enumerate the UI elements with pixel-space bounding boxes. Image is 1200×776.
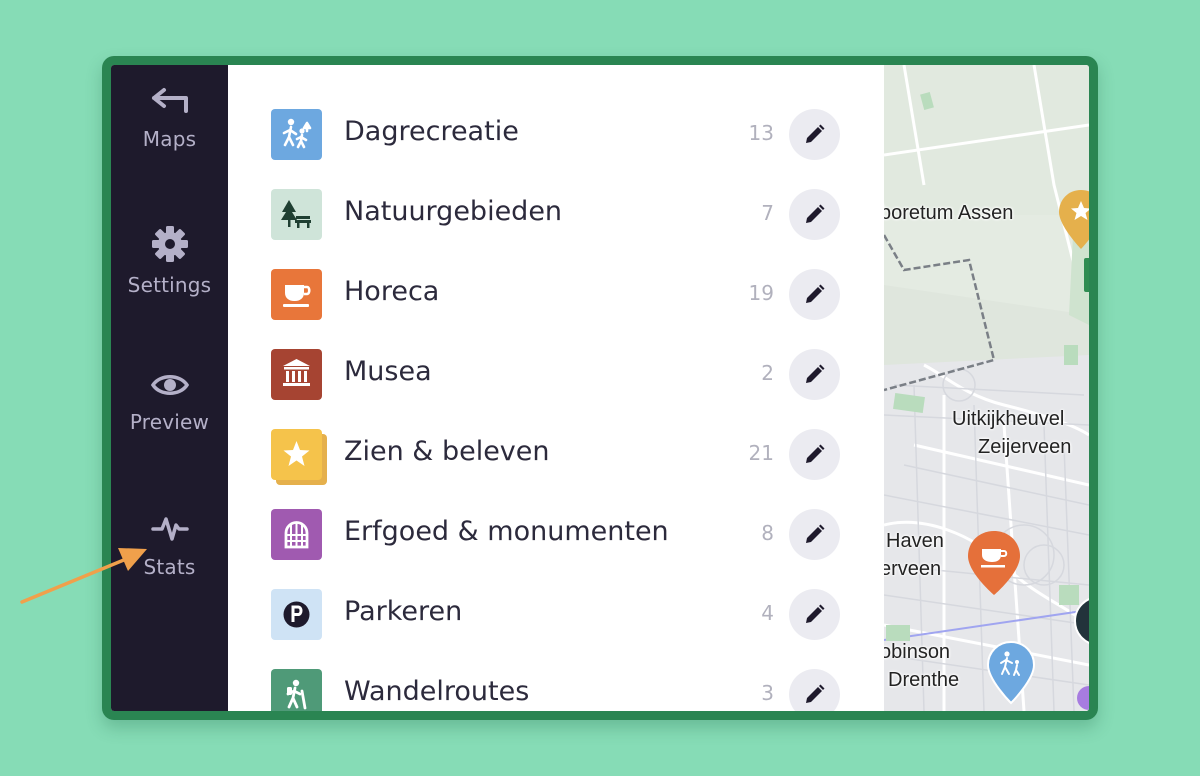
category-name: Musea <box>344 356 432 387</box>
category-name: Zien & beleven <box>344 436 550 467</box>
list-item[interactable]: Erfgoed & monumenten 8 <box>228 490 884 570</box>
pencil-icon <box>806 284 825 303</box>
map-place-label: obinson <box>884 641 951 663</box>
hiker-icon <box>271 669 322 711</box>
pencil-icon <box>806 524 825 543</box>
star-icon <box>271 429 322 480</box>
sidebar-item-label: Preview <box>129 410 210 434</box>
category-count: 4 <box>761 601 774 625</box>
back-arrow-icon <box>151 88 188 113</box>
sidebar-item-settings[interactable]: Settings <box>111 225 228 297</box>
coffee-cup-icon <box>271 269 322 320</box>
category-name: Wandelroutes <box>344 676 530 707</box>
sidebar-item-stats[interactable]: Stats <box>111 511 228 579</box>
list-item[interactable]: Musea 2 <box>228 330 884 410</box>
edit-button[interactable] <box>789 669 840 711</box>
edit-button[interactable] <box>789 589 840 640</box>
edit-button[interactable] <box>789 189 840 240</box>
list-item[interactable]: Zien & beleven 21 <box>228 410 884 490</box>
pencil-icon <box>806 684 825 703</box>
map-background <box>884 65 1089 711</box>
category-count: 3 <box>761 681 774 705</box>
list-item[interactable]: Dagrecreatie 13 <box>228 90 884 170</box>
list-item[interactable]: Parkeren 4 <box>228 570 884 650</box>
edit-button[interactable] <box>789 269 840 320</box>
edit-button[interactable] <box>789 429 840 480</box>
edit-button[interactable] <box>789 109 840 160</box>
sidebar-item-label: Stats <box>143 555 196 579</box>
category-count: 8 <box>761 521 774 545</box>
pencil-icon <box>806 444 825 463</box>
gear-icon <box>151 226 188 262</box>
pulse-icon <box>150 517 189 541</box>
tree-bench-icon <box>271 189 322 240</box>
sidebar-item-label: Settings <box>127 273 212 297</box>
edit-button[interactable] <box>789 349 840 400</box>
sidebar-item-maps[interactable]: Maps <box>111 87 228 151</box>
category-count: 21 <box>748 441 774 465</box>
category-name: Parkeren <box>344 596 463 627</box>
category-count: 19 <box>748 281 774 305</box>
pencil-icon <box>806 364 825 383</box>
pencil-icon <box>806 604 825 623</box>
category-name: Erfgoed & monumenten <box>344 516 669 547</box>
map-view[interactable]: boretum Assen Uitkijkheuvel Zeijerveen H… <box>884 65 1089 711</box>
category-name: Horeca <box>344 276 440 307</box>
sidebar-item-preview[interactable]: Preview <box>111 370 228 434</box>
eye-icon <box>150 375 189 395</box>
museum-icon <box>271 349 322 400</box>
list-item[interactable]: Horeca 19 <box>228 250 884 330</box>
map-place-label: erveen <box>884 558 942 580</box>
family-walk-icon <box>271 109 322 160</box>
pencil-icon <box>806 204 825 223</box>
category-count: 7 <box>761 201 774 225</box>
sidebar-item-label: Maps <box>142 127 197 151</box>
category-name: Natuurgebieden <box>344 196 563 227</box>
parking-icon <box>271 589 322 640</box>
list-item[interactable]: Natuurgebieden 7 <box>228 170 884 250</box>
app-window: Maps Settings Preview Stats Dagrecreatie… <box>111 65 1089 711</box>
map-place-label: Drenthe <box>888 669 960 691</box>
category-count: 13 <box>748 121 774 145</box>
map-place-label: Uitkijkheuvel <box>952 408 1065 430</box>
edit-button[interactable] <box>789 509 840 560</box>
map-place-label: Zeijerveen <box>978 436 1072 458</box>
list-item[interactable]: Wandelroutes 3 <box>228 650 884 711</box>
category-list: Dagrecreatie 13 Natuurgebieden 7 Horeca … <box>228 65 884 711</box>
category-count: 2 <box>761 361 774 385</box>
pencil-icon <box>806 124 825 143</box>
arched-window-icon <box>271 509 322 560</box>
category-name: Dagrecreatie <box>344 116 519 147</box>
map-place-label: boretum Assen <box>884 202 1014 224</box>
map-place-label: Haven <box>886 530 944 552</box>
sidebar: Maps Settings Preview Stats <box>111 65 228 711</box>
